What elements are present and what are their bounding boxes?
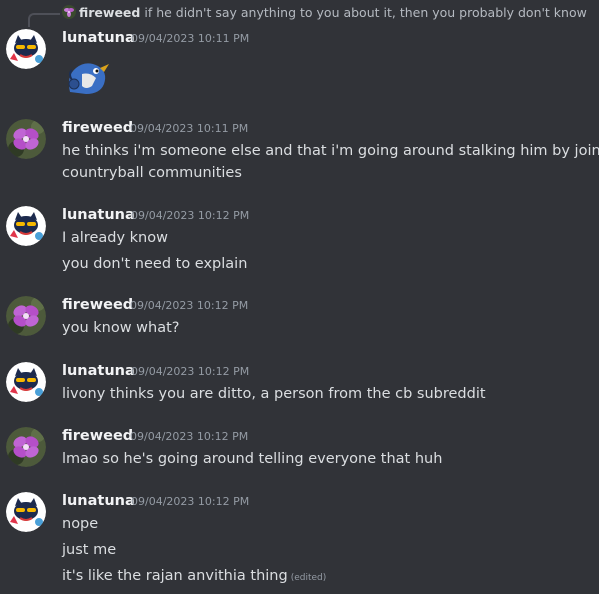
cat-avatar-icon[interactable] xyxy=(6,362,46,402)
message-text: nope xyxy=(62,516,99,532)
cat-avatar-icon[interactable] xyxy=(6,492,46,532)
username[interactable]: lunatuna xyxy=(62,205,135,225)
username[interactable]: fireweed xyxy=(62,426,133,446)
timestamp[interactable]: 09/04/2023 10:12 PM xyxy=(130,427,248,447)
message-text: I already know xyxy=(62,230,168,246)
timestamp[interactable]: 09/04/2023 10:12 PM xyxy=(130,296,248,316)
message-text: just me xyxy=(62,542,117,558)
username[interactable]: lunatuna xyxy=(62,28,135,48)
timestamp[interactable]: 09/04/2023 10:11 PM xyxy=(131,29,249,49)
message-text: livony thinks you are ditto, a person fr… xyxy=(62,386,486,402)
flower-avatar-icon[interactable] xyxy=(6,119,46,159)
timestamp[interactable]: 09/04/2023 10:12 PM xyxy=(131,492,249,512)
timestamp[interactable]: 09/04/2023 10:12 PM xyxy=(131,362,249,382)
timestamp[interactable]: 09/04/2023 10:12 PM xyxy=(131,206,249,226)
chat-view: fireweed if he didn't say anything to yo… xyxy=(0,0,599,594)
username[interactable]: lunatuna xyxy=(62,491,135,511)
message-text: lmao so he's going around telling everyo… xyxy=(62,451,443,467)
edited-label[interactable]: (edited) xyxy=(291,573,327,583)
username[interactable]: lunatuna xyxy=(62,361,135,381)
message-text: you don't need to explain xyxy=(62,256,248,272)
flower-icon xyxy=(62,5,76,24)
message-text: you know what? xyxy=(62,320,180,336)
message-text-edited: it's like the rajan anvithia thing (edite… xyxy=(62,565,326,589)
username[interactable]: fireweed xyxy=(62,118,133,138)
flower-avatar-icon[interactable] xyxy=(6,427,46,467)
message-text: he thinks i'm someone else and that i'm … xyxy=(62,143,599,159)
reply-connector xyxy=(28,13,60,27)
reply-preview[interactable]: fireweed if he didn't say anything to yo… xyxy=(62,4,587,24)
message-text: it's like the rajan anvithia thing xyxy=(62,568,288,584)
reply-text[interactable]: if he didn't say anything to you about i… xyxy=(144,5,587,20)
username[interactable]: fireweed xyxy=(62,295,133,315)
message-text: countryball communities xyxy=(62,165,242,181)
flower-avatar-icon[interactable] xyxy=(6,296,46,336)
timestamp[interactable]: 09/04/2023 10:11 PM xyxy=(130,119,248,139)
blue-bird-sticker-icon[interactable] xyxy=(62,56,110,96)
reply-author[interactable]: fireweed xyxy=(79,5,140,20)
cat-avatar-icon[interactable] xyxy=(6,206,46,246)
cat-avatar-icon[interactable] xyxy=(6,29,46,69)
